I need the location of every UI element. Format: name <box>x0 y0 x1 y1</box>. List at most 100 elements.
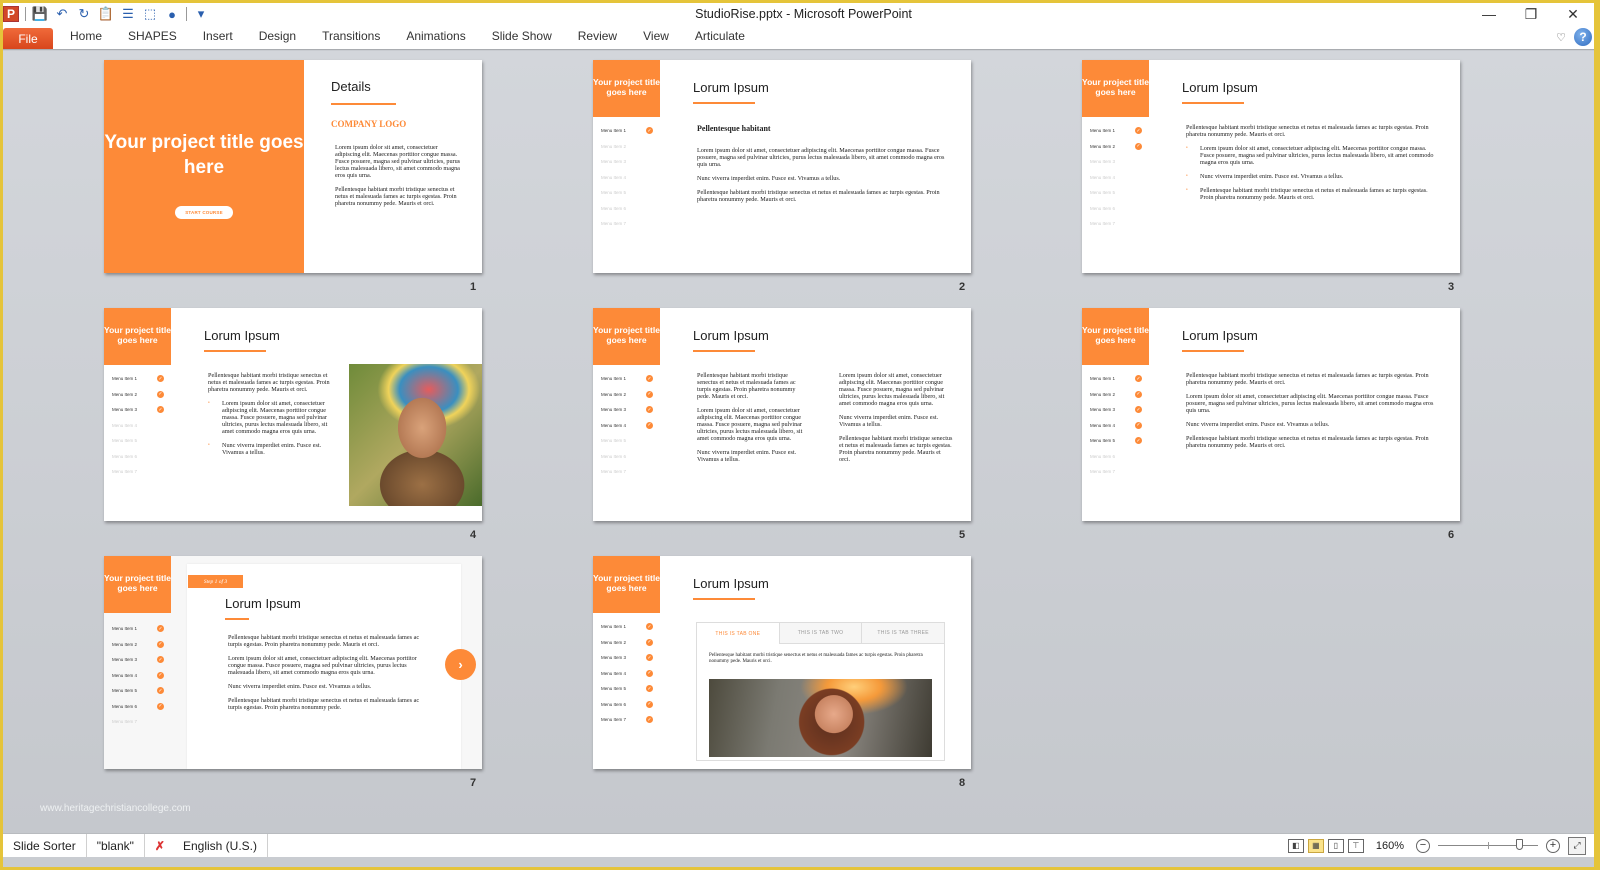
slide-thumbnail-2[interactable]: Lorum Ipsum Pellentesque habitant Lorem … <box>593 60 971 273</box>
sidebar-menu-item[interactable]: Menu Item 7 <box>1090 216 1146 232</box>
sidebar-menu-item[interactable]: Menu Item 4 <box>601 170 657 186</box>
sidebar-menu-item[interactable]: Menu Item 7 <box>112 464 168 480</box>
sidebar-menu-item[interactable]: Menu Item 1 ✓ <box>112 621 168 637</box>
sidebar-menu-item[interactable]: Menu Item 1 ✓ <box>1090 371 1146 387</box>
slide-number: 8 <box>959 777 966 789</box>
sidebar-menu-item[interactable]: Menu Item 2 ✓ <box>1090 387 1146 403</box>
sidebar-menu-item[interactable]: Menu Item 5 <box>601 433 657 449</box>
sidebar-menu-item[interactable]: Menu Item 7 <box>601 464 657 480</box>
restore-button[interactable]: ❐ <box>1510 3 1552 25</box>
sidebar-menu-item[interactable]: Menu Item 4 <box>1090 170 1146 186</box>
checkmark-icon: ✓ <box>1135 437 1142 445</box>
slide-thumbnail-8[interactable]: Lorum Ipsum THIS IS TAB ONE THIS IS TAB … <box>593 556 971 769</box>
ribbon-tab-view[interactable]: View <box>630 29 682 49</box>
tab-three[interactable]: THIS IS TAB THREE <box>861 623 945 644</box>
language[interactable]: English (U.S.) <box>183 839 257 853</box>
normal-view-icon[interactable]: ◧ <box>1287 838 1304 853</box>
help-icon[interactable]: ? <box>1574 28 1592 46</box>
ribbon-tab-insert[interactable]: Insert <box>190 29 246 49</box>
sidebar-menu-item[interactable]: Menu Item 3 ✓ <box>601 650 657 666</box>
menu-item-label: Menu Item 7 <box>601 469 627 475</box>
slideshow-view-icon[interactable]: ⊤ <box>1347 838 1364 853</box>
start-course-button[interactable]: START COURSE <box>175 206 233 219</box>
slide-thumbnail-5[interactable]: Lorum Ipsum Pellentesque habitant morbi … <box>593 308 971 521</box>
sidebar-menu-item[interactable]: Menu Item 6 <box>601 201 657 217</box>
minimize-ribbon-icon[interactable]: ♡ <box>1556 31 1566 44</box>
zoom-midpoint-tick <box>1488 842 1489 849</box>
reading-view-icon[interactable]: ▯ <box>1327 838 1344 853</box>
title-bar: P 💾 ↶ ↻ 📋 ☰ ⬚ ● ▾ StudioRise.pptx - Microsoft Po… <box>3 3 1594 25</box>
sidebar-menu-item[interactable]: Menu Item 3 ✓ <box>112 652 168 668</box>
sidebar-menu-item[interactable]: Menu Item 6 <box>601 449 657 465</box>
slide-thumbnail-4[interactable]: Lorum Ipsum Pellentesque habitant morbi … <box>104 308 482 521</box>
sidebar-menu-item[interactable]: Menu Item 6 ✓ <box>601 697 657 713</box>
bullet-list: Lorem ipsum dolor sit amet, consectetuer… <box>208 400 338 456</box>
close-button[interactable]: ✕ <box>1552 3 1594 25</box>
slide-sorter-view-icon[interactable]: ▦ <box>1307 838 1324 853</box>
sidebar-menu-item[interactable]: Menu Item 2 ✓ <box>1090 139 1146 155</box>
sidebar-menu-item[interactable]: Menu Item 2 ✓ <box>601 635 657 651</box>
sidebar-menu-item[interactable]: Menu Item 1 ✓ <box>601 619 657 635</box>
sidebar-menu-item[interactable]: Menu Item 3 <box>1090 154 1146 170</box>
menu-item-label: Menu Item 1 <box>112 376 138 382</box>
next-arrow-button[interactable]: › <box>445 649 476 680</box>
sidebar-menu-item[interactable]: Menu Item 3 ✓ <box>112 402 168 418</box>
slide-thumbnail-7[interactable]: Step 1 of 3 Lorum Ipsum Pellentesque hab… <box>104 556 482 769</box>
sidebar-menu-item[interactable]: Menu Item 2 ✓ <box>112 387 168 403</box>
sidebar-menu-item[interactable]: Menu Item 4 <box>112 418 168 434</box>
minimize-button[interactable]: — <box>1468 3 1510 25</box>
sidebar-menu-item[interactable]: Menu Item 5 <box>601 185 657 201</box>
sidebar-menu-item[interactable]: Menu Item 6 <box>1090 449 1146 465</box>
zoom-out-button[interactable]: − <box>1416 838 1430 853</box>
sidebar-menu-item[interactable]: Menu Item 4 ✓ <box>601 666 657 682</box>
ribbon-tab-shapes[interactable]: SHAPES <box>115 29 190 49</box>
ribbon-tab-slide-show[interactable]: Slide Show <box>479 29 565 49</box>
sidebar-menu-item[interactable]: Menu Item 6 <box>112 449 168 465</box>
sidebar-menu-item[interactable]: Menu Item 5 ✓ <box>1090 433 1146 449</box>
sidebar-menu-item[interactable]: Menu Item 4 ✓ <box>601 418 657 434</box>
sidebar-menu-item[interactable]: Menu Item 5 ✓ <box>601 681 657 697</box>
sidebar-menu-item[interactable]: Menu Item 7 <box>1090 464 1146 480</box>
sidebar-menu-item[interactable]: Menu Item 7 ✓ <box>601 712 657 728</box>
slide-thumbnail-1[interactable]: Your project title goes here START COURS… <box>104 60 482 273</box>
menu-item-label: Menu Item 2 <box>601 391 627 397</box>
ribbon-tab-transitions[interactable]: Transitions <box>309 29 393 49</box>
ribbon-tab-review[interactable]: Review <box>565 29 630 49</box>
sidebar-menu-item[interactable]: Menu Item 1 ✓ <box>112 371 168 387</box>
fit-to-window-icon[interactable]: ⤢ <box>1568 836 1586 855</box>
slide-heading: Lorum Ipsum <box>693 328 769 343</box>
spellcheck-status[interactable]: ✗ English (U.S.) <box>145 834 269 857</box>
sidebar-menu-item[interactable]: Menu Item 2 ✓ <box>112 637 168 653</box>
sidebar-menu-item[interactable]: Menu Item 7 <box>112 714 168 730</box>
tab-two[interactable]: THIS IS TAB TWO <box>778 623 862 644</box>
zoom-slider[interactable] <box>1438 839 1538 850</box>
sidebar-menu-item[interactable]: Menu Item 2 <box>601 139 657 155</box>
sidebar-menu-item[interactable]: Menu Item 4 ✓ <box>1090 418 1146 434</box>
slide-thumbnail-6[interactable]: Lorum Ipsum Pellentesque habitant morbi … <box>1082 308 1460 521</box>
sidebar-menu-item[interactable]: Menu Item 3 ✓ <box>601 402 657 418</box>
sidebar-menu-item[interactable]: Menu Item 4 ✓ <box>112 668 168 684</box>
sidebar-menu-item[interactable]: Menu Item 6 ✓ <box>112 699 168 715</box>
zoom-level[interactable]: 160% <box>1376 840 1404 852</box>
sidebar-menu-item[interactable]: Menu Item 3 ✓ <box>1090 402 1146 418</box>
sidebar-menu-item[interactable]: Menu Item 7 <box>601 216 657 232</box>
sidebar-menu-item[interactable]: Menu Item 3 <box>601 154 657 170</box>
ribbon-tab-animations[interactable]: Animations <box>393 29 478 49</box>
sidebar-menu-item[interactable]: Menu Item 5 ✓ <box>112 683 168 699</box>
zoom-in-button[interactable]: + <box>1546 838 1560 853</box>
ribbon-tab-home[interactable]: Home <box>57 29 115 49</box>
tab-one[interactable]: THIS IS TAB ONE <box>697 623 779 644</box>
sidebar-menu-item[interactable]: Menu Item 6 <box>1090 201 1146 217</box>
ribbon-tab-design[interactable]: Design <box>246 29 309 49</box>
sidebar-menu-item[interactable]: Menu Item 5 <box>112 433 168 449</box>
ribbon-tab-articulate[interactable]: Articulate <box>682 29 758 49</box>
sidebar-menu-item[interactable]: Menu Item 2 ✓ <box>601 387 657 403</box>
checkmark-icon: ✓ <box>157 390 164 398</box>
slide-thumbnail-3[interactable]: Lorum Ipsum Pellentesque habitant morbi … <box>1082 60 1460 273</box>
zoom-slider-thumb[interactable] <box>1516 839 1523 850</box>
sidebar-menu-item[interactable]: Menu Item 1 ✓ <box>601 371 657 387</box>
ribbon-tab-file[interactable]: File <box>3 28 53 49</box>
sidebar-menu-item[interactable]: Menu Item 1 ✓ <box>601 123 657 139</box>
sidebar-menu-item[interactable]: Menu Item 1 ✓ <box>1090 123 1146 139</box>
sidebar-menu-item[interactable]: Menu Item 5 <box>1090 185 1146 201</box>
